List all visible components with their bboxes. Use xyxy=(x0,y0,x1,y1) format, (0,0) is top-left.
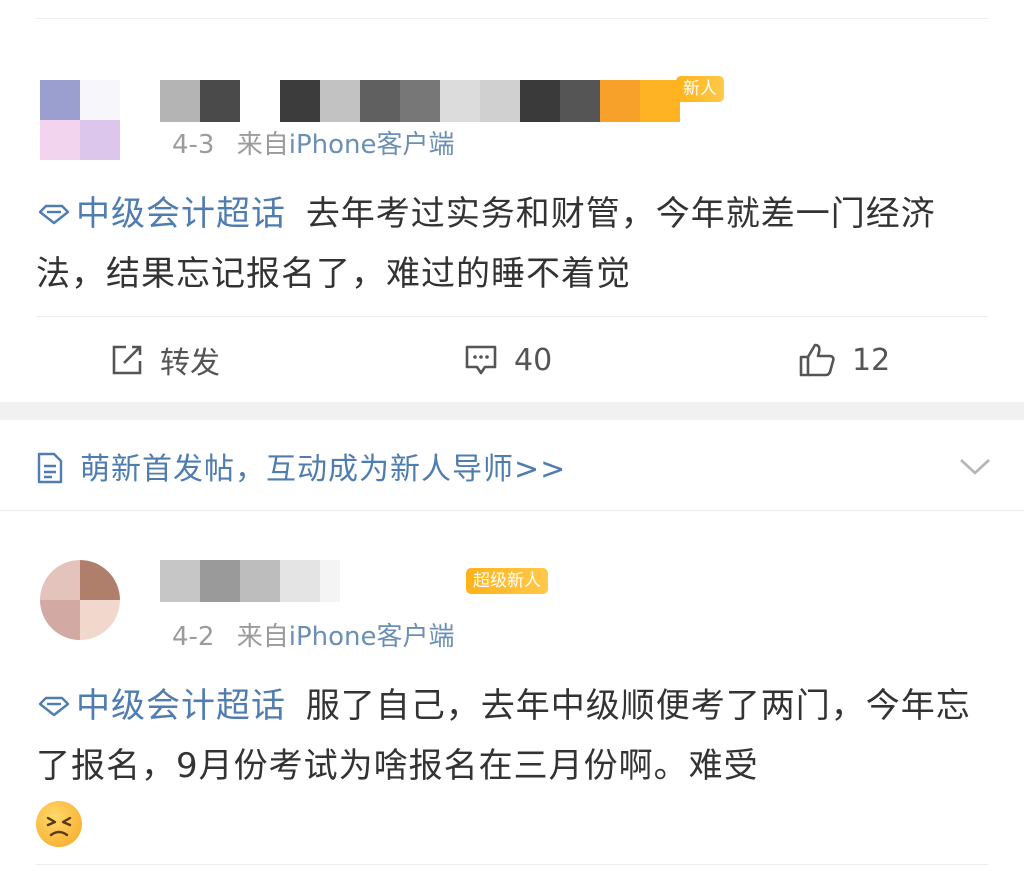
avatar[interactable] xyxy=(40,560,120,640)
notice-text[interactable]: 萌新首发帖，互动成为新人导师>> xyxy=(80,444,566,488)
post-body: 中级会计超话 去年考过实务和财管，今年就差一门经济法，结果忘记报名了，难过的睡不… xyxy=(36,184,991,304)
persevering-face-emoji xyxy=(36,801,82,847)
post-divider xyxy=(36,864,988,865)
post-source: iPhone客户端 xyxy=(288,622,455,652)
like-count: 12 xyxy=(852,342,891,378)
repost-button[interactable]: 转发 xyxy=(110,340,220,381)
weibo-feed: 新人 4-3 来自iPhone客户端 中级会计超话 去年考过实务和财管，今年就差… xyxy=(0,0,1024,875)
comment-bubble-icon xyxy=(465,345,497,375)
post-meta: 4-2 来自iPhone客户端 xyxy=(172,616,455,653)
username-redacted[interactable] xyxy=(160,560,340,602)
diamond-outline-icon xyxy=(38,204,70,225)
post-source: iPhone客户端 xyxy=(288,130,455,160)
thumbs-up-icon xyxy=(799,343,835,377)
post-date: 4-3 xyxy=(172,130,215,160)
topic-link[interactable]: 中级会计超话 xyxy=(36,194,286,234)
comment-button[interactable]: 40 xyxy=(464,340,552,380)
topic-label: 中级会计超话 xyxy=(76,194,286,234)
diamond-outline-icon xyxy=(38,696,70,717)
share-edit-icon xyxy=(112,345,142,375)
post-meta: 4-3 来自iPhone客户端 xyxy=(172,124,455,161)
action-bar: 转发 40 12 xyxy=(0,318,1024,400)
like-button[interactable]: 12 xyxy=(798,340,890,380)
super-new-user-badge: 超级新人 xyxy=(466,568,548,594)
username-redacted[interactable] xyxy=(160,80,680,122)
chevron-down-icon[interactable] xyxy=(958,456,992,478)
newbie-notice-banner[interactable]: 萌新首发帖，互动成为新人导师>> xyxy=(0,424,1024,510)
topic-label: 中级会计超话 xyxy=(76,686,286,726)
top-divider xyxy=(36,18,988,19)
repost-label: 转发 xyxy=(160,346,220,381)
source-prefix: 来自 xyxy=(236,130,289,160)
post-divider xyxy=(36,316,988,317)
feed-separator xyxy=(0,402,1024,420)
topic-link[interactable]: 中级会计超话 xyxy=(36,686,286,726)
document-icon xyxy=(37,452,63,484)
notice-divider xyxy=(0,510,1024,511)
post-date: 4-2 xyxy=(172,622,215,652)
post-body: 中级会计超话 服了自己，去年中级顺便考了两门，今年忘了报名，9月份考试为啥报名在… xyxy=(36,676,991,856)
source-prefix: 来自 xyxy=(236,622,289,652)
new-user-badge: 新人 xyxy=(676,76,724,102)
comment-count: 40 xyxy=(514,342,553,378)
avatar[interactable] xyxy=(40,80,120,160)
